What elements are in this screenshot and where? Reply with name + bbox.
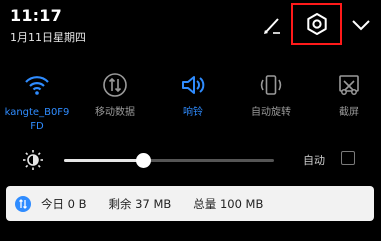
- brightness-row: 自动: [0, 146, 381, 176]
- toggle-auto-rotate-label: 自动旋转: [251, 107, 291, 118]
- data-remaining: 剩余 37 MB: [108, 196, 172, 211]
- brightness-slider-thumb[interactable]: [136, 153, 152, 168]
- data-total: 总量 100 MB: [193, 196, 264, 211]
- toggle-ring[interactable]: 响铃: [158, 70, 228, 120]
- screenshot-icon: [339, 75, 359, 95]
- wifi-icon: [25, 76, 49, 95]
- data-today: 今日 0 B: [41, 196, 87, 211]
- quick-toggles: kangte_B0F9FD 移动数据 响铃 自动旋转 截屏: [0, 70, 381, 140]
- brightness-slider-fill: [64, 159, 144, 162]
- edit-toggles-button[interactable]: [256, 10, 288, 40]
- toggle-ring-label: 响铃: [183, 107, 203, 118]
- collapse-button[interactable]: [346, 10, 376, 40]
- toggle-mobile-data-label: 移动数据: [95, 107, 135, 118]
- settings-button[interactable]: [291, 3, 342, 45]
- gear-icon: [306, 13, 327, 35]
- date-label: 1月11日星期四: [10, 31, 86, 44]
- auto-brightness-label: 自动: [303, 154, 325, 167]
- chevron-down-icon: [352, 20, 370, 31]
- toggle-mobile-data[interactable]: 移动数据: [80, 70, 150, 120]
- pencil-icon: [264, 18, 280, 34]
- toggle-wifi-label: kangte_B0F9FD: [4, 107, 70, 132]
- mobile-data-icon: [15, 195, 31, 212]
- toggle-auto-rotate[interactable]: 自动旋转: [236, 70, 306, 120]
- toggle-screenshot-label: 截屏: [339, 107, 359, 118]
- brightness-icon: [23, 150, 43, 170]
- toggle-screenshot[interactable]: 截屏: [314, 70, 381, 120]
- toggle-wifi[interactable]: kangte_B0F9FD: [2, 70, 72, 134]
- auto-rotate-icon: [260, 75, 282, 95]
- mobile-data-icon: [103, 73, 127, 97]
- auto-brightness-checkbox[interactable]: [341, 151, 355, 165]
- data-usage-bar[interactable]: 今日 0 B 剩余 37 MB 总量 100 MB: [6, 186, 374, 221]
- brightness-slider[interactable]: [64, 153, 274, 168]
- speaker-icon: [182, 76, 205, 94]
- clock-time: 11:17: [10, 6, 62, 25]
